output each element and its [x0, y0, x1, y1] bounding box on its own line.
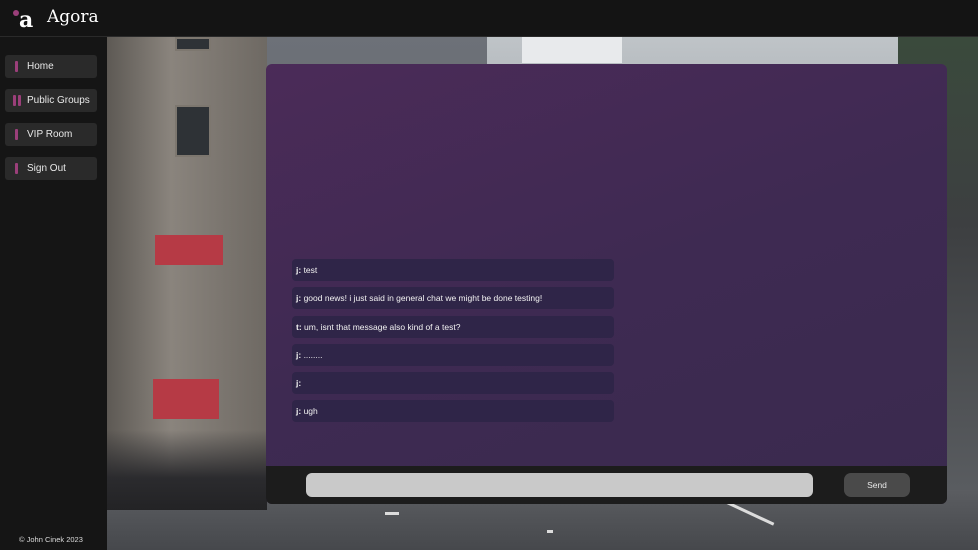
sidebar: Home Public Groups VIP Room Sign Out © J… [0, 37, 107, 550]
sky [522, 37, 622, 63]
single-bar-icon [15, 61, 18, 72]
agora-logo[interactable]: a [11, 6, 39, 34]
copyright-text: © John Cinek 2023 [19, 535, 83, 544]
logo-letter: a [19, 7, 34, 33]
chat-message: j: ugh [292, 400, 614, 423]
message-list: j: test j: good news! i just said in gen… [292, 259, 614, 429]
sidebar-item-label: Home [27, 61, 54, 72]
message-text: um, isnt that message also kind of a tes… [301, 321, 461, 332]
single-bar-icon [15, 163, 18, 174]
message-text: good news! i just said in general chat w… [301, 293, 543, 304]
top-bar: a Agora [0, 0, 978, 37]
chat-message: j: [292, 372, 614, 395]
sidebar-item-label: Sign Out [27, 163, 66, 174]
awning [153, 379, 219, 419]
sidebar-item-label: Public Groups [27, 95, 90, 106]
awning [155, 235, 223, 265]
sidebar-item-label: VIP Room [27, 129, 73, 140]
message-author: j: [296, 378, 302, 389]
message-text: ugh [301, 406, 318, 417]
single-bar-icon [15, 129, 18, 140]
sidebar-item-sign-out[interactable]: Sign Out [5, 157, 97, 180]
chat-panel: j: test j: good news! i just said in gen… [266, 64, 947, 504]
message-input[interactable] [306, 473, 813, 497]
chat-message: t: um, isnt that message also kind of a … [292, 315, 614, 338]
chat-message: j: test [292, 259, 614, 281]
message-text: ........ [301, 349, 323, 360]
send-button[interactable]: Send [844, 473, 910, 497]
message-text: test [301, 265, 318, 275]
chat-message: j: good news! i just said in general cha… [292, 287, 614, 310]
chat-message: j: ........ [292, 343, 614, 366]
app-title: Agora [47, 7, 99, 27]
sidebar-item-public-groups[interactable]: Public Groups [5, 89, 97, 112]
sidebar-item-home[interactable]: Home [5, 55, 97, 78]
crowd [107, 430, 267, 510]
double-bar-icon [13, 95, 21, 106]
sidebar-item-vip-room[interactable]: VIP Room [5, 123, 97, 146]
message-input-bar: Send [266, 466, 947, 504]
